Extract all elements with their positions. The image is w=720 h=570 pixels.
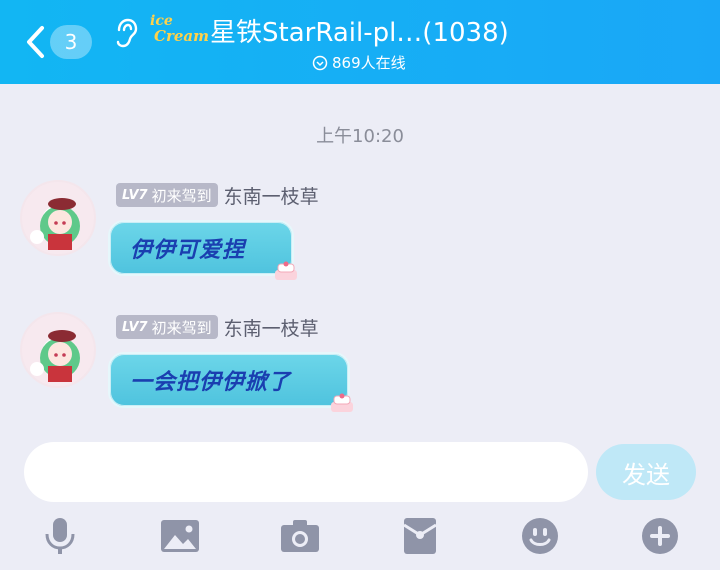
sender-meta: LV7 初来驾到 东南一枝草 (116, 314, 319, 340)
sender-nickname[interactable]: 东南一枝草 (224, 182, 319, 209)
emoji-button[interactable] (518, 514, 562, 558)
group-title: 星铁StarRail-pl…(1038) (210, 17, 509, 48)
emoji-icon (522, 518, 558, 554)
microphone-icon (45, 518, 75, 554)
bubble-cake-icon (275, 261, 297, 280)
plus-icon (642, 518, 678, 554)
image-button[interactable] (158, 514, 202, 558)
unread-count-badge: 3 (50, 25, 92, 59)
message-bubble[interactable]: 伊伊可爱捏 (108, 220, 294, 276)
bubble-cake-icon (331, 393, 353, 412)
message-bubble[interactable]: 一会把伊伊掀了 (108, 352, 350, 408)
camera-icon (281, 520, 319, 552)
send-button[interactable]: 发送 (596, 444, 696, 500)
online-status-icon (312, 55, 328, 70)
sender-meta: LV7 初来驾到 东南一枝草 (116, 182, 319, 208)
message-text: 伊伊可爱捏 (130, 238, 246, 263)
avatar[interactable] (20, 312, 96, 388)
ear-icon[interactable] (112, 17, 140, 49)
sender-nickname[interactable]: 东南一枝草 (224, 314, 319, 341)
back-button[interactable]: 3 (24, 22, 92, 62)
chevron-left-icon (27, 26, 44, 58)
voice-button[interactable] (38, 514, 82, 558)
avatar-image (30, 330, 80, 382)
red-packet-button[interactable] (398, 514, 442, 558)
message-text: 一会把伊伊掀了 (130, 370, 292, 395)
input-bar: 发送 (0, 428, 720, 570)
avatar-image (30, 198, 80, 250)
red-packet-icon (403, 518, 437, 554)
more-button[interactable] (638, 514, 682, 558)
message-input[interactable] (24, 442, 588, 502)
online-count-text: 869人在线 (332, 54, 406, 72)
group-title-row[interactable]: ice Cream 星铁StarRail-pl…(1038) (150, 12, 509, 48)
image-icon (161, 520, 199, 552)
online-count: 869人在线 (312, 52, 406, 73)
chat-header: 3 ice Cream 星铁StarRail-pl…(1038) 869人在线 (0, 0, 720, 84)
message-row: LV7 初来驾到 东南一枝草 伊伊可爱捏 (0, 172, 720, 292)
avatar[interactable] (20, 180, 96, 256)
input-toolbar (0, 514, 720, 558)
icecream-logo: ice Cream (150, 13, 209, 45)
camera-button[interactable] (278, 514, 322, 558)
message-row: LV7 初来驾到 东南一枝草 一会把伊伊掀了 (0, 304, 720, 424)
level-badge: LV7 初来驾到 (116, 183, 218, 207)
message-timestamp: 上午10:20 (316, 126, 404, 147)
level-badge: LV7 初来驾到 (116, 315, 218, 339)
